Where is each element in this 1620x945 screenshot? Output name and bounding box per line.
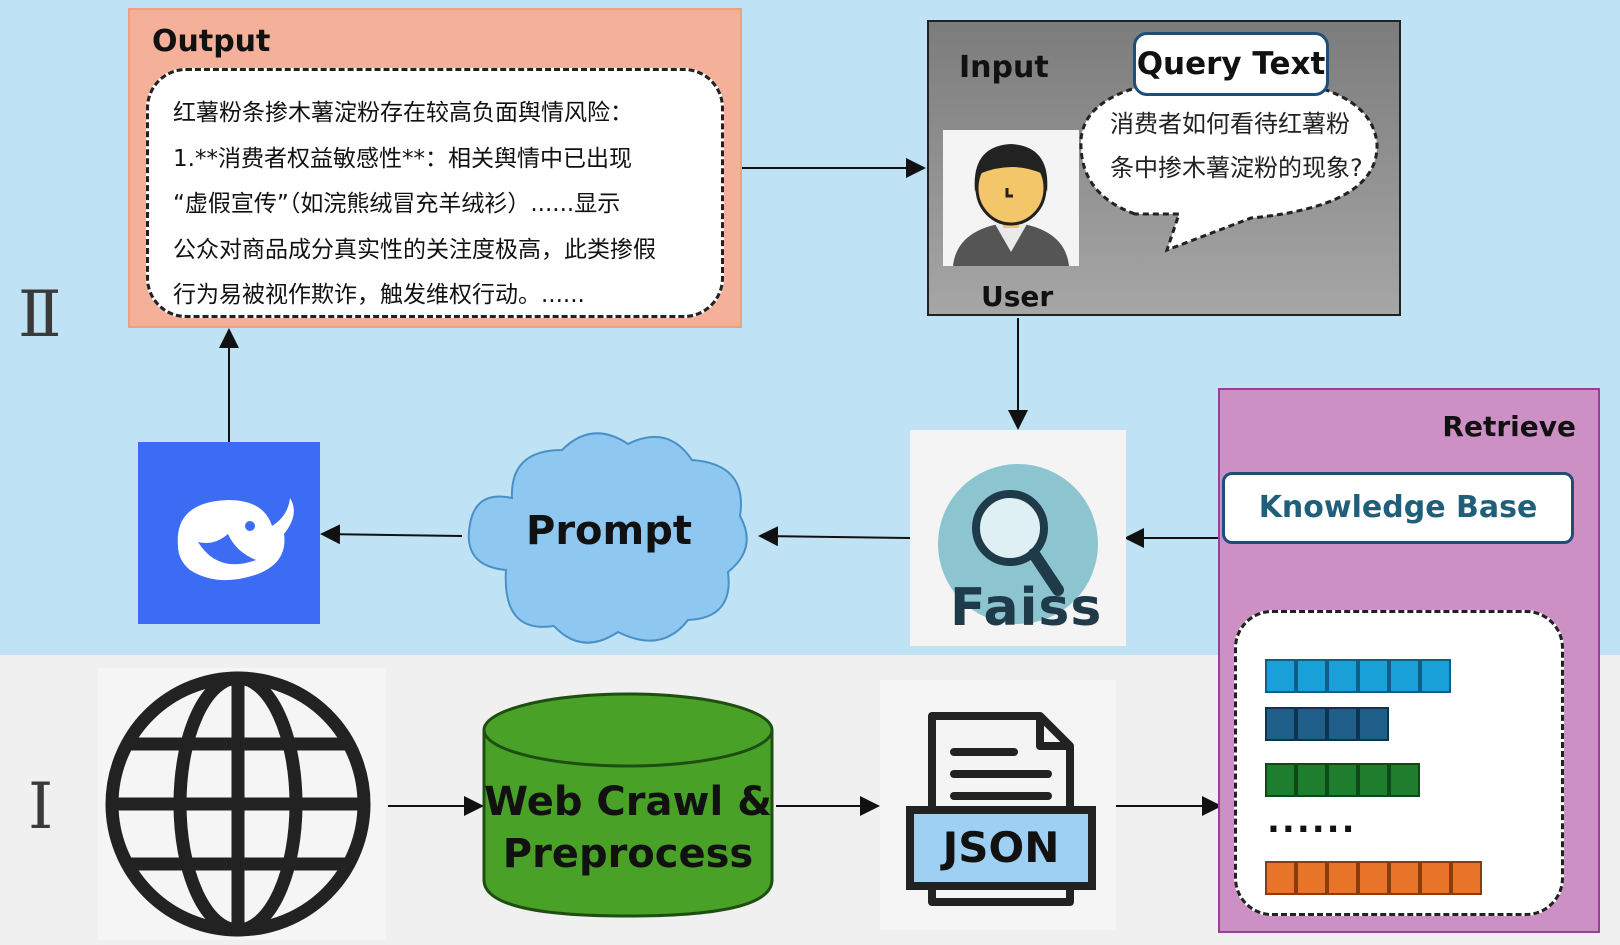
json-file-icon xyxy=(906,712,1096,906)
output-panel: Output 红薯粉条掺木薯淀粉存在较高负面舆情风险： 1.**消费者权益敏感性… xyxy=(128,8,742,328)
user-label: User xyxy=(981,280,1054,313)
globe-icon xyxy=(105,671,371,937)
prompt-label: Prompt xyxy=(526,508,692,554)
crawl-label-line: Preprocess xyxy=(502,831,754,877)
knowledge-base-label: Knowledge Base xyxy=(1222,472,1574,544)
vector-store-box: ...... xyxy=(1234,610,1564,916)
output-line: 红薯粉条掺木薯淀粉存在较高负面舆情风险： xyxy=(173,100,633,126)
whale-logo-icon xyxy=(177,498,294,581)
output-line: 1.**消费者权益敏感性**：相关舆情中已出现 xyxy=(173,145,632,172)
web-tile xyxy=(98,668,386,940)
vector-row-green xyxy=(1265,763,1420,797)
output-line: 公众对商品成分真实性的关注度极高，此类掺假 xyxy=(173,236,656,263)
crawl-label-line: Web Crawl & xyxy=(484,779,772,825)
output-line: “虚假宣传”（如浣熊绒冒充羊绒衫）......显示 xyxy=(173,191,621,217)
vector-row-orange xyxy=(1265,861,1482,895)
output-text-box: 红薯粉条掺木薯淀粉存在较高负面舆情风险： 1.**消费者权益敏感性**：相关舆情… xyxy=(146,68,724,318)
query-line: 消费者如何看待红薯粉 xyxy=(1110,110,1350,138)
output-title: Output xyxy=(152,24,271,59)
output-line: 行为易被视作欺诈，触发维权行动。...... xyxy=(173,282,585,308)
vector-ellipsis: ...... xyxy=(1267,801,1357,841)
llm-logo-tile xyxy=(138,442,320,624)
arrow-prompt-to-llm xyxy=(320,524,463,545)
json-tile: JSON xyxy=(880,680,1116,930)
input-title: Input xyxy=(959,50,1049,85)
query-text-label: Query Text xyxy=(1133,32,1329,96)
json-label: JSON xyxy=(942,823,1060,872)
query-line: 条中掺木薯淀粉的现象? xyxy=(1110,154,1363,182)
vector-row-cyan xyxy=(1265,659,1451,693)
arrow-faiss-to-prompt xyxy=(758,526,911,547)
user-avatar-icon xyxy=(943,130,1079,266)
faiss-label: Faiss xyxy=(950,578,1103,638)
faiss-tile: Faiss xyxy=(910,430,1126,646)
vector-row-navy xyxy=(1265,707,1389,741)
crawl-label: Web Crawl & Preprocess xyxy=(480,776,776,880)
retrieve-title: Retrieve xyxy=(1442,410,1576,443)
